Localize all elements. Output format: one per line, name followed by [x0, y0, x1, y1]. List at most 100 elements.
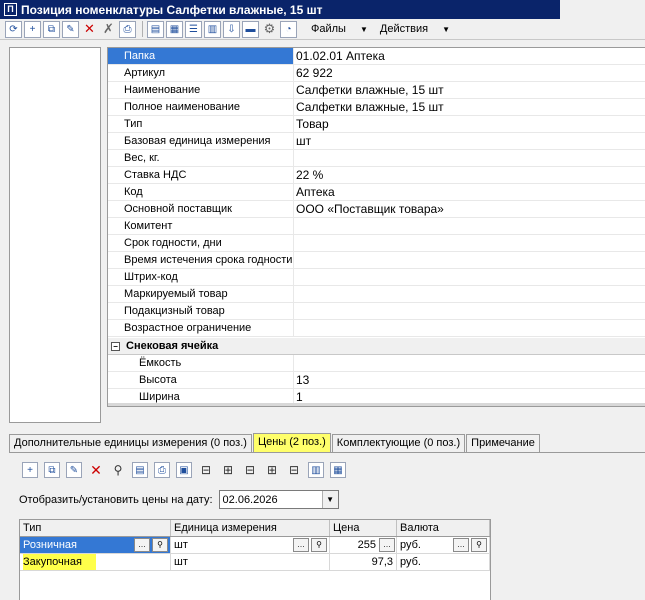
property-value[interactable]: Салфетки влажные, 15 шт: [294, 82, 645, 99]
price-type-cell[interactable]: Закупочная: [20, 554, 171, 570]
property-value[interactable]: [294, 252, 645, 269]
property-row[interactable]: Маркируемый товар: [108, 286, 645, 303]
tree-icon-4[interactable]: ⊞: [264, 462, 280, 478]
column-header-price[interactable]: Цена: [330, 520, 397, 536]
search-icon[interactable]: ⚲: [152, 538, 168, 552]
price-cell[interactable]: 97,3: [330, 554, 397, 570]
history-icon[interactable]: ◔: [280, 20, 297, 38]
table-row[interactable]: Закупочная шт 97,3 руб.: [20, 554, 490, 571]
property-row[interactable]: Код Аптека: [108, 184, 645, 201]
tree-icon-1[interactable]: ⊟: [198, 462, 214, 478]
price-cell[interactable]: 255 …: [330, 537, 397, 553]
ellipsis-button[interactable]: …: [379, 538, 395, 552]
list-icon[interactable]: ☰: [185, 20, 202, 38]
property-row[interactable]: Полное наименование Салфетки влажные, 15 …: [108, 99, 645, 116]
tree-icon-3[interactable]: ⊟: [242, 462, 258, 478]
print-icon[interactable]: ⎙: [119, 20, 136, 38]
currency-cell[interactable]: руб.: [397, 554, 490, 570]
report-icon[interactable]: ▥: [204, 20, 221, 38]
delete-price-icon[interactable]: ✕: [88, 462, 104, 478]
menu-files[interactable]: Файлы ▼: [311, 23, 368, 35]
property-value[interactable]: ООО «Поставщик товара»: [294, 201, 645, 218]
property-value[interactable]: Товар: [294, 116, 645, 133]
property-value[interactable]: [294, 320, 645, 337]
property-value[interactable]: [294, 269, 645, 286]
tree-icon-5[interactable]: ⊟: [286, 462, 302, 478]
property-value[interactable]: Аптека: [294, 184, 645, 201]
ellipsis-button[interactable]: …: [293, 538, 309, 552]
group-property-row[interactable]: Высота 13: [108, 372, 645, 389]
property-row[interactable]: Тип Товар: [108, 116, 645, 133]
tab-additional-units[interactable]: Дополнительные единицы измерения (0 поз.…: [9, 434, 252, 452]
property-value[interactable]: Салфетки влажные, 15 шт: [294, 99, 645, 116]
property-row[interactable]: Базовая единица измерения шт: [108, 133, 645, 150]
tab-components[interactable]: Комплектующие (0 поз.): [331, 434, 466, 452]
table-icon[interactable]: ▦: [166, 20, 183, 38]
property-row[interactable]: Наименование Салфетки влажные, 15 шт: [108, 82, 645, 99]
property-row[interactable]: Комитент: [108, 218, 645, 235]
property-value[interactable]: [294, 286, 645, 303]
table-row[interactable]: Розничная … ⚲ шт … ⚲ 255 … руб. … ⚲: [20, 537, 490, 554]
group-property-row[interactable]: Ёмкость: [108, 355, 645, 372]
property-value[interactable]: 22 %: [294, 167, 645, 184]
column-header-unit[interactable]: Единица измерения: [171, 520, 330, 536]
layout-icon[interactable]: ▦: [330, 462, 346, 478]
search-icon[interactable]: ⚲: [311, 538, 327, 552]
prices-table[interactable]: Тип Единица измерения Цена Валюта Рознич…: [19, 519, 491, 600]
property-row[interactable]: Срок годности, дни: [108, 235, 645, 252]
horizontal-scrollbar[interactable]: [108, 403, 645, 406]
column-header-currency[interactable]: Валюта: [397, 520, 490, 536]
save-icon[interactable]: ▣: [176, 462, 192, 478]
mark-delete-icon[interactable]: ✗: [100, 21, 117, 38]
document-icon[interactable]: ▤: [147, 20, 164, 38]
property-row[interactable]: Штрих-код: [108, 269, 645, 286]
unit-cell[interactable]: шт: [171, 554, 330, 570]
property-value[interactable]: [294, 150, 645, 167]
property-value[interactable]: [294, 218, 645, 235]
currency-cell[interactable]: руб. … ⚲: [397, 537, 490, 553]
find-icon[interactable]: ⚲: [110, 462, 126, 478]
property-row[interactable]: Ставка НДС 22 %: [108, 167, 645, 184]
tab-notes[interactable]: Примечание: [466, 434, 540, 452]
collapse-icon[interactable]: −: [111, 341, 120, 351]
print-price-icon[interactable]: ⎙: [154, 462, 170, 478]
add-price-icon[interactable]: +: [22, 462, 38, 478]
copy-icon[interactable]: ⧉: [43, 20, 60, 38]
search-icon[interactable]: ⚲: [471, 538, 487, 552]
property-row[interactable]: Папка 01.02.01 Аптека: [108, 48, 645, 65]
menu-actions[interactable]: Действия ▼: [380, 23, 450, 35]
property-value[interactable]: [294, 235, 645, 252]
delete-icon[interactable]: ✕: [81, 21, 98, 38]
property-value[interactable]: [294, 355, 645, 372]
property-row[interactable]: Вес, кг.: [108, 150, 645, 167]
tree-icon-2[interactable]: ⊞: [220, 462, 236, 478]
price-date-select[interactable]: 02.06.2026 ▼: [218, 490, 339, 509]
property-value[interactable]: 13: [294, 372, 645, 389]
ellipsis-button[interactable]: …: [453, 538, 469, 552]
refresh-icon[interactable]: ⟳: [5, 20, 22, 38]
property-value[interactable]: [294, 303, 645, 320]
property-value[interactable]: шт: [294, 133, 645, 150]
property-row[interactable]: Возрастное ограничение: [108, 320, 645, 337]
property-grid[interactable]: Папка 01.02.01 Аптека Артикул 62 922 Наимено…: [107, 47, 645, 407]
unit-cell[interactable]: шт … ⚲: [171, 537, 330, 553]
group-header-snack-cell[interactable]: − Снековая ячейка: [108, 338, 645, 355]
columns-icon[interactable]: ▥: [308, 462, 324, 478]
tab-prices[interactable]: Цены (2 поз.): [252, 433, 331, 452]
filter-icon[interactable]: ▤: [132, 462, 148, 478]
download-icon[interactable]: ⇩: [223, 20, 240, 38]
screen-icon[interactable]: ▬: [242, 20, 259, 38]
price-type-cell[interactable]: Розничная … ⚲: [20, 537, 171, 553]
property-row[interactable]: Артикул 62 922: [108, 65, 645, 82]
chevron-down-icon[interactable]: ▼: [321, 491, 338, 508]
property-row[interactable]: Подакцизный товар: [108, 303, 645, 320]
property-value[interactable]: 62 922: [294, 65, 645, 82]
property-value[interactable]: 01.02.01 Аптека: [294, 48, 645, 65]
column-header-type[interactable]: Тип: [20, 520, 171, 536]
property-row[interactable]: Время истечения срока годности: [108, 252, 645, 269]
edit-price-icon[interactable]: ✎: [66, 462, 82, 478]
copy-price-icon[interactable]: ⧉: [44, 462, 60, 478]
new-item-icon[interactable]: +: [24, 20, 41, 38]
edit-icon[interactable]: ✎: [62, 20, 79, 38]
settings-icon[interactable]: ⚙: [261, 21, 278, 38]
